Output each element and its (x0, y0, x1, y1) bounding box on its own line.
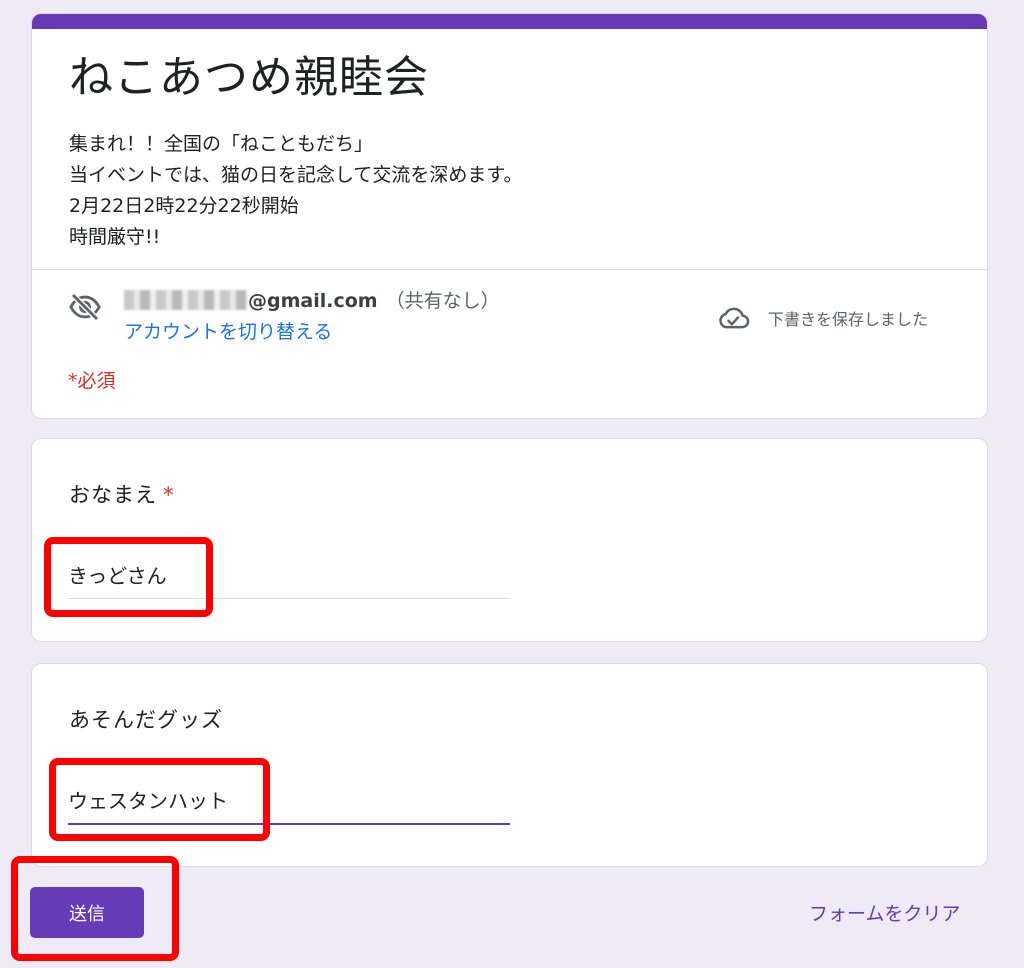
goods-answer-input[interactable] (68, 779, 510, 825)
accent-band (32, 14, 987, 29)
question-title: おなまえ (69, 483, 157, 507)
description-line: 2月22日2時22分22秒開始 (69, 195, 299, 217)
question-card-goods: あそんだグッズ (31, 663, 988, 867)
submit-button[interactable]: 送信 (30, 887, 144, 938)
required-note: *必須 (68, 370, 116, 392)
account-info: @gmail.com （共有なし） (124, 287, 500, 315)
description-line: 当イベントでは、猫の日を記念して交流を深めます。 (69, 164, 523, 186)
required-star: * (163, 483, 175, 507)
account-email-domain: @gmail.com (248, 290, 378, 312)
question-title: あそんだグッズ (69, 708, 223, 732)
description-line: 集まれ！！全国の「ねこともだち」 (69, 133, 374, 155)
switch-account-link[interactable]: アカウントを切り替える (124, 317, 332, 344)
form-header-card: ねこあつめ親睦会 集まれ！！全国の「ねこともだち」 当イベントでは、猫の日を記念… (31, 13, 988, 419)
blurred-username (124, 290, 248, 310)
description-line: 時間厳守!! (69, 226, 161, 248)
draft-status: 下書きを保存しました (768, 310, 929, 329)
question-label: おなまえ * (69, 479, 175, 509)
clear-form-link[interactable]: フォームをクリア (809, 899, 960, 926)
share-status: （共有なし） (385, 290, 500, 312)
name-answer-input[interactable] (68, 554, 510, 599)
form-description: 集まれ！！全国の「ねこともだち」 当イベントでは、猫の日を記念して交流を深めます… (69, 129, 523, 253)
form-title: ねこあつめ親睦会 (69, 52, 429, 103)
eye-off-icon (69, 292, 101, 322)
cloud-check-icon (719, 307, 750, 329)
question-card-name: おなまえ * (31, 438, 988, 642)
divider (32, 269, 987, 270)
